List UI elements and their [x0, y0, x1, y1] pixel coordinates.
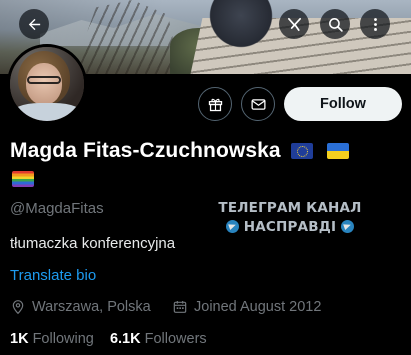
following-link[interactable]: 1K Following [10, 331, 94, 347]
search-icon [328, 17, 343, 32]
followers-link[interactable]: 6.1K Followers [110, 331, 207, 347]
followers-label: Followers [144, 331, 207, 347]
follow-stats: 1K Following 6.1K Followers [10, 331, 207, 347]
display-name-row: Magda Fitas-Czuchnowska [10, 139, 349, 163]
grok-icon [287, 17, 301, 31]
grok-button[interactable] [279, 9, 309, 39]
search-button[interactable] [320, 9, 350, 39]
telegram-icon [225, 220, 239, 233]
location-text: Warszawa, Polska [32, 299, 151, 315]
more-vertical-icon [373, 17, 377, 31]
joined-item: Joined August 2012 [172, 299, 321, 315]
eu-flag-icon [290, 143, 313, 159]
telegram-icon [341, 220, 355, 233]
telegram-watermark: ТЕЛЕГРАМ КАНАЛ НАСПРАВДІ [210, 199, 370, 237]
gift-icon [208, 98, 222, 111]
avatar-shoulders [10, 103, 84, 121]
avatar-glasses [27, 76, 61, 84]
display-name: Magda Fitas-Czuchnowska [10, 139, 281, 162]
message-button[interactable] [241, 87, 275, 121]
ukraine-flag-icon [326, 143, 349, 159]
joined-text: Joined August 2012 [194, 299, 322, 315]
arrow-left-icon [28, 18, 40, 30]
watermark-line-2: НАСПРАВДІ [243, 219, 337, 235]
following-count: 1K [10, 331, 29, 347]
rainbow-flag-icon [12, 171, 34, 187]
envelope-icon [250, 98, 266, 110]
gift-button[interactable] [198, 87, 232, 121]
avatar-face [26, 63, 62, 105]
translate-bio-link[interactable]: Translate bio [10, 267, 96, 284]
watermark-line-1: ТЕЛЕГРАМ КАНАЛ [218, 200, 362, 216]
location-pin-icon [12, 300, 24, 315]
more-button[interactable] [360, 9, 390, 39]
user-handle: @MagdaFitas [10, 200, 104, 217]
calendar-icon [173, 301, 187, 313]
bio-text: tłumaczka konferencyjna [10, 235, 176, 252]
back-button[interactable] [19, 9, 49, 39]
location-item: Warszawa, Polska [10, 299, 151, 315]
avatar[interactable] [7, 44, 87, 124]
following-label: Following [32, 331, 94, 347]
follow-button[interactable]: Follow [284, 87, 402, 121]
followers-count: 6.1K [109, 331, 141, 347]
